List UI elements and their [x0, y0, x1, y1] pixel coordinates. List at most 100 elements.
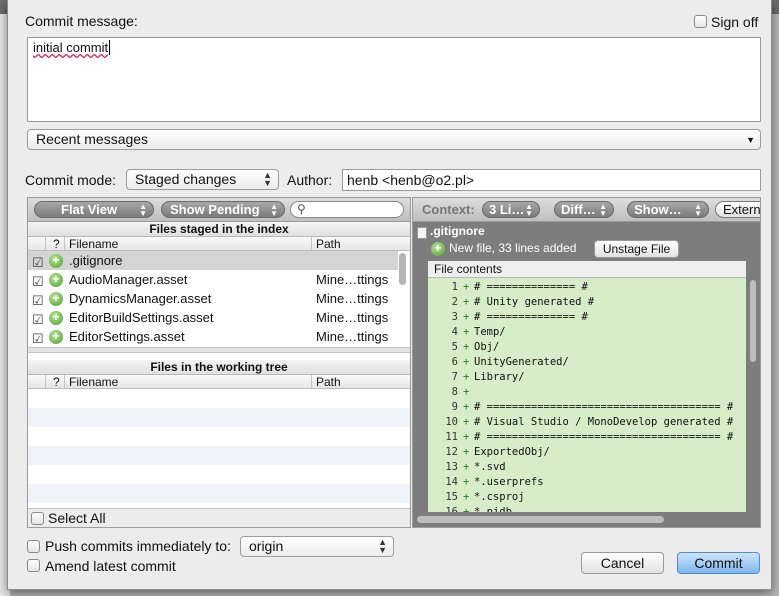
line-number: 13 — [445, 461, 458, 473]
col-check-header[interactable]: ? — [53, 375, 60, 389]
flat-view-popup[interactable]: Flat View ▲ ▼ — [34, 201, 154, 218]
unstage-file-button[interactable]: Unstage File — [594, 240, 679, 258]
column-divider — [311, 237, 312, 250]
external-label: Extern — [723, 202, 760, 217]
author-input[interactable]: henb <henb@o2.pl> — [342, 169, 761, 191]
added-marker: + — [463, 446, 470, 458]
staged-file-list: ☑ + .gitignore ☑ + AudioManager.asset Mi… — [28, 251, 398, 347]
added-marker: + — [463, 431, 470, 443]
line-text: *.userprefs — [474, 476, 544, 488]
updown-arrows-icon: ▲ ▼ — [378, 537, 387, 555]
split-divider[interactable] — [28, 347, 410, 353]
col-path-header[interactable]: Path — [316, 375, 341, 389]
diff-line: 3 + # ============== # — [428, 310, 746, 325]
select-all-bar: Select All — [28, 508, 410, 527]
added-icon: + — [49, 311, 63, 325]
line-text: Obj/ — [474, 341, 500, 353]
diff-line: 12 + ExportedObj/ — [428, 445, 746, 460]
search-icon: ⚲ — [297, 202, 306, 216]
context-lines-popup[interactable]: 3 Li… ▲ ▼ — [482, 201, 540, 218]
author-value: henb <henb@o2.pl> — [347, 172, 475, 188]
text-caret: ​ — [109, 40, 111, 55]
line-number: 4 — [451, 326, 458, 338]
commit-message-text: initial commit — [33, 40, 109, 55]
line-number: 8 — [451, 386, 458, 398]
line-number: 14 — [445, 476, 458, 488]
diff-file-name: .gitignore — [430, 224, 485, 238]
diff-line: 13 + *.svd — [428, 460, 746, 475]
added-icon: + — [431, 242, 445, 256]
sign-off-checkbox-box[interactable] — [694, 15, 707, 28]
show-pending-popup[interactable]: Show Pending ▲ ▼ — [161, 201, 285, 218]
amend-commit-checkbox[interactable] — [27, 559, 40, 572]
line-text: UnityGenerated/ — [474, 356, 569, 368]
added-marker: + — [463, 371, 470, 383]
diff-line: 8 + — [428, 385, 746, 400]
line-number: 16 — [445, 506, 458, 512]
line-text: *.pidb — [474, 506, 512, 512]
sign-off-checkbox[interactable] — [694, 15, 707, 31]
added-marker: + — [463, 386, 470, 398]
line-number: 7 — [451, 371, 458, 383]
diff-mode-popup[interactable]: Diff… ▲ ▼ — [554, 201, 614, 218]
line-number: 2 — [451, 296, 458, 308]
row-filename: AudioManager.asset — [69, 272, 188, 287]
added-icon: + — [49, 292, 63, 306]
line-text: ExportedObj/ — [474, 446, 550, 458]
staged-section-title: Files staged in the index — [28, 222, 410, 237]
col-filename-header[interactable]: Filename — [69, 237, 118, 251]
line-text: Library/ — [474, 371, 525, 383]
diff-vertical-scrollbar[interactable] — [750, 280, 756, 362]
working-tree-section-title: Files in the working tree — [28, 360, 410, 375]
files-panel: Flat View ▲ ▼ Show Pending ▲ ▼ ⚲ Files sta… — [27, 197, 411, 528]
added-marker: + — [463, 476, 470, 488]
table-row[interactable]: ☑ + .gitignore — [28, 251, 398, 270]
show-popup[interactable]: Show… ▲ ▼ — [627, 201, 709, 218]
added-icon: + — [49, 273, 63, 287]
added-marker: + — [463, 311, 470, 323]
commit-button[interactable]: Commit — [677, 552, 760, 574]
table-row[interactable]: ☑ + EditorSettings.asset Mine…ttings — [28, 327, 398, 346]
recent-messages-popup[interactable]: Recent messages ▼ — [27, 129, 761, 150]
col-check-header[interactable]: ? — [53, 237, 60, 251]
col-filename-header[interactable]: Filename — [69, 375, 118, 389]
updown-arrows-icon: ▲ ▼ — [270, 202, 278, 218]
commit-mode-label: Commit mode: — [25, 172, 117, 188]
diff-horizontal-scrollbar[interactable] — [417, 516, 664, 523]
col-path-header[interactable]: Path — [316, 237, 341, 251]
flat-view-label: Flat View — [61, 202, 118, 217]
row-checkbox[interactable]: ☑ — [32, 329, 44, 347]
push-commits-checkbox[interactable] — [27, 540, 40, 553]
commit-message-input[interactable]: initial commit​ — [27, 37, 761, 122]
diff-toolbar: Context: 3 Li… ▲ ▼ Diff… ▲ ▼ Show… ▲ ▼ Exte… — [413, 198, 760, 222]
file-search-field[interactable]: ⚲ — [290, 201, 404, 218]
table-row[interactable]: ☑ + EditorBuildSettings.asset Mine…tting… — [28, 308, 398, 327]
row-path: Mine…ttings — [316, 272, 389, 287]
diff-line: 9 + # ====================================… — [428, 400, 746, 415]
commit-mode-popup[interactable]: Staged changes ▲ ▼ — [126, 169, 279, 190]
unstage-file-label: Unstage File — [602, 242, 671, 256]
row-path: Mine…ttings — [316, 329, 389, 344]
select-all-checkbox[interactable] — [31, 512, 44, 525]
diff-line: 11 + # ===================================… — [428, 430, 746, 445]
line-number: 10 — [445, 416, 458, 428]
added-marker: + — [463, 461, 470, 473]
empty-row — [28, 446, 410, 465]
table-row[interactable]: ☑ + AudioManager.asset Mine…ttings — [28, 270, 398, 289]
files-toolbar: Flat View ▲ ▼ Show Pending ▲ ▼ ⚲ — [28, 198, 410, 222]
push-remote-popup[interactable]: origin ▲ ▼ — [240, 536, 394, 557]
staged-scrollbar[interactable] — [399, 253, 406, 285]
updown-arrows-icon: ▲ ▼ — [599, 202, 607, 218]
column-divider — [311, 375, 312, 388]
column-divider — [64, 237, 65, 250]
external-button[interactable]: Extern — [715, 201, 760, 218]
cancel-button[interactable]: Cancel — [581, 552, 664, 574]
commit-message-label: Commit message: — [25, 13, 138, 29]
line-text: # ============== # — [474, 281, 588, 293]
recent-messages-label: Recent messages — [36, 131, 149, 147]
commit-mode-value: Staged changes — [135, 171, 237, 187]
line-number: 3 — [451, 311, 458, 323]
line-text: # Visual Studio / MonoDevelop generated … — [474, 416, 734, 428]
table-row[interactable]: ☑ + DynamicsManager.asset Mine…ttings — [28, 289, 398, 308]
diff-content: 1 + # ============== # 2 + # Unity generated … — [428, 278, 746, 512]
